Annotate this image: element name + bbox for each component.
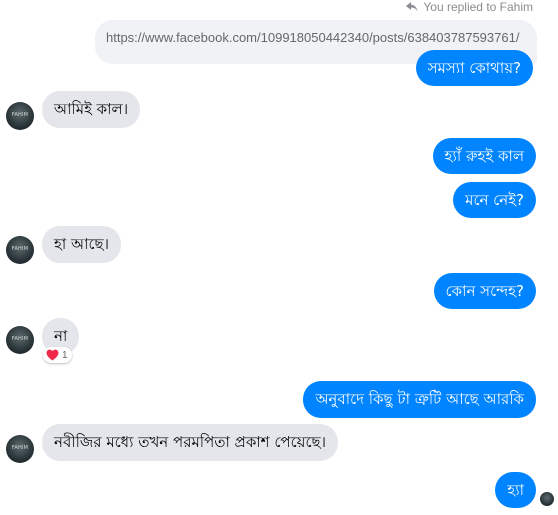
message-reaction[interactable]: 1 [43,347,72,363]
message-bubble-outgoing[interactable]: সমস্যা কোথায়? [415,50,533,86]
seen-avatar [540,492,554,506]
avatar-label: FAHIM [11,445,29,451]
message-bubble-outgoing[interactable]: হ্যা [495,472,536,508]
message-bubble-incoming[interactable]: নবীজির মধ্যে তখন পরমপিতা প্রকাশ পেয়েছে। [42,424,338,461]
reply-note-text: You replied to Fahim [423,0,533,14]
avatar[interactable]: FAHIM [6,435,34,463]
message-bubble-outgoing[interactable]: অনুবাদে কিছু টা ত্রুটি আছে আরকি [303,381,536,418]
reply-arrow-icon [406,2,418,12]
avatar[interactable]: FAHIM [6,102,34,130]
reply-note: You replied to Fahim [406,0,533,14]
message-bubble-outgoing[interactable]: মনে নেই? [453,182,536,218]
chat-thread: You replied to Fahim https://www.faceboo… [0,0,558,515]
message-bubble-outgoing[interactable]: হ্যাঁ রুহই কাল [432,138,536,174]
avatar[interactable]: FAHIM [6,326,34,354]
message-bubble-outgoing[interactable]: কোন সন্দেহ? [433,273,536,309]
avatar-label: FAHIM [11,336,29,342]
avatar[interactable]: FAHIM [6,236,34,264]
avatar-label: FAHIM [11,112,29,118]
message-bubble-incoming[interactable]: হা আছে। [42,226,121,263]
heart-icon [46,349,59,361]
avatar-label: FAHIM [11,246,29,252]
reaction-count: 1 [62,349,68,361]
message-bubble-incoming[interactable]: আমিই কাল। [42,91,141,128]
